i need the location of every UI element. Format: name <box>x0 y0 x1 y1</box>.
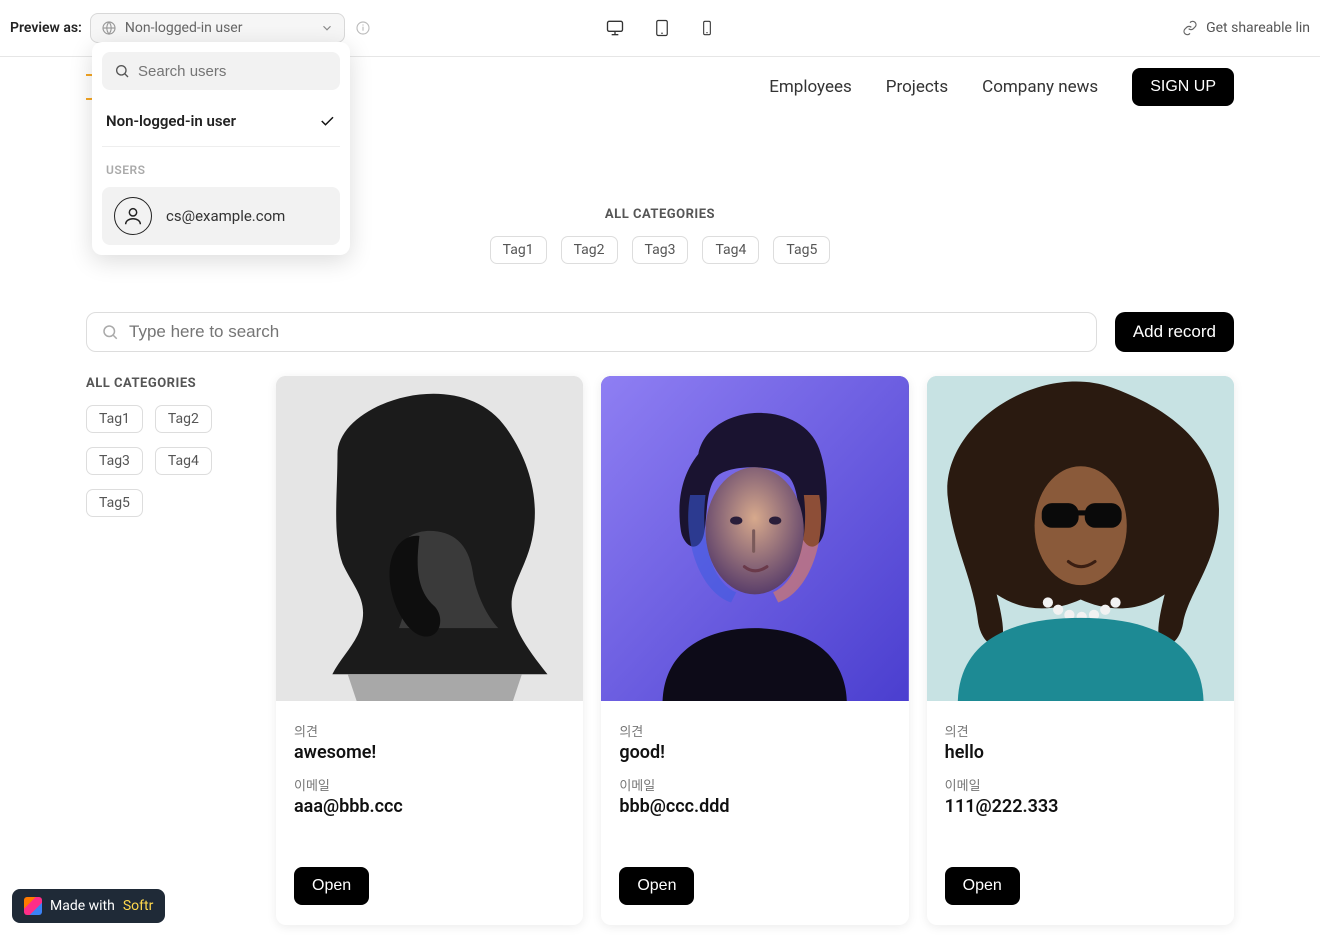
card-image <box>276 376 583 701</box>
nav-projects[interactable]: Projects <box>886 77 948 97</box>
user-search-input[interactable] <box>138 63 337 80</box>
user-email: cs@example.com <box>166 207 285 225</box>
preview-user-dropdown: Non-logged-in user USERS cs@example.com <box>92 42 350 255</box>
card: 의견 awesome! 이메일 aaa@bbb.ccc Open <box>276 376 583 925</box>
device-switcher <box>605 18 715 38</box>
globe-icon <box>101 20 117 36</box>
tag-chip[interactable]: Tag1 <box>86 405 143 433</box>
card-image <box>601 376 908 701</box>
search-icon <box>114 63 130 79</box>
preview-as-label: Preview as: <box>10 20 82 36</box>
card-body: 의견 awesome! 이메일 aaa@bbb.ccc Open <box>276 701 583 925</box>
card-body: 의견 good! 이메일 bbb@ccc.ddd Open <box>601 701 908 925</box>
tag-chip[interactable]: Tag2 <box>155 405 212 433</box>
tag-chip[interactable]: Tag5 <box>86 489 143 517</box>
card: 의견 good! 이메일 bbb@ccc.ddd Open <box>601 376 908 925</box>
field-label-opinion: 의견 <box>619 721 890 740</box>
field-value-opinion: awesome! <box>294 742 565 763</box>
card-body: 의견 hello 이메일 111@222.333 Open <box>927 701 1234 925</box>
categories-label: ALL CATEGORIES <box>86 376 256 391</box>
open-button[interactable]: Open <box>945 867 1020 905</box>
open-button[interactable]: Open <box>294 867 369 905</box>
tag-chip[interactable]: Tag2 <box>561 236 618 264</box>
field-label-opinion: 의견 <box>945 721 1216 740</box>
open-button[interactable]: Open <box>619 867 694 905</box>
nav-news[interactable]: Company news <box>982 77 1098 97</box>
made-with-softr-badge[interactable]: Made with Softr <box>12 889 165 923</box>
field-value-email: bbb@ccc.ddd <box>619 796 890 817</box>
card: 의견 hello 이메일 111@222.333 Open <box>927 376 1234 925</box>
field-label-opinion: 의견 <box>294 721 565 740</box>
check-icon <box>318 112 336 130</box>
user-search-box[interactable] <box>102 52 340 90</box>
field-value-opinion: good! <box>619 742 890 763</box>
field-label-email: 이메일 <box>294 775 565 794</box>
tablet-icon[interactable] <box>653 18 671 38</box>
content-area: ALL CATEGORIES Tag1 Tag2 Tag3 Tag4 Tag5 … <box>0 352 1320 925</box>
tag-chip[interactable]: Tag1 <box>490 236 547 264</box>
card-image <box>927 376 1234 701</box>
option-non-logged-in[interactable]: Non-logged-in user <box>102 102 340 147</box>
softr-logo-icon <box>24 897 42 915</box>
get-shareable-link[interactable]: Get shareable lin <box>1182 20 1310 36</box>
mobile-icon[interactable] <box>699 18 715 38</box>
field-label-email: 이메일 <box>945 775 1216 794</box>
search-row: Add record <box>0 312 1320 352</box>
badge-prefix: Made with <box>50 898 115 914</box>
user-avatar-icon <box>114 197 152 235</box>
preview-user-select[interactable]: Non-logged-in user <box>90 13 345 43</box>
tag-chip[interactable]: Tag4 <box>702 236 759 264</box>
tag-chip[interactable]: Tag3 <box>632 236 689 264</box>
info-icon[interactable] <box>355 20 371 36</box>
field-value-opinion: hello <box>945 742 1216 763</box>
add-record-button[interactable]: Add record <box>1115 312 1234 352</box>
field-label-email: 이메일 <box>619 775 890 794</box>
tag-chip[interactable]: Tag5 <box>773 236 830 264</box>
main-search[interactable] <box>86 312 1097 352</box>
search-input[interactable] <box>129 322 1082 342</box>
user-option[interactable]: cs@example.com <box>102 187 340 245</box>
option-label: Non-logged-in user <box>106 112 236 130</box>
preview-bar: Preview as: Non-logged-in user <box>0 0 1320 57</box>
preview-user-value: Non-logged-in user <box>125 20 243 36</box>
badge-brand: Softr <box>123 898 154 914</box>
nav-employees[interactable]: Employees <box>769 77 852 97</box>
card-grid: 의견 awesome! 이메일 aaa@bbb.ccc Open <box>276 376 1234 925</box>
link-icon <box>1182 20 1198 36</box>
desktop-icon[interactable] <box>605 18 625 38</box>
chevron-down-icon <box>320 21 334 35</box>
users-section-label: USERS <box>102 157 340 187</box>
sidebar-categories: ALL CATEGORIES Tag1 Tag2 Tag3 Tag4 Tag5 <box>86 376 256 925</box>
field-value-email: 111@222.333 <box>945 796 1216 817</box>
field-value-email: aaa@bbb.ccc <box>294 796 565 817</box>
signup-button[interactable]: SIGN UP <box>1132 68 1234 106</box>
share-link-label: Get shareable lin <box>1206 20 1310 36</box>
tag-chip[interactable]: Tag4 <box>155 447 212 475</box>
tag-chip[interactable]: Tag3 <box>86 447 143 475</box>
search-icon <box>101 323 119 341</box>
site-nav: Employees Projects Company news SIGN UP <box>769 68 1234 106</box>
